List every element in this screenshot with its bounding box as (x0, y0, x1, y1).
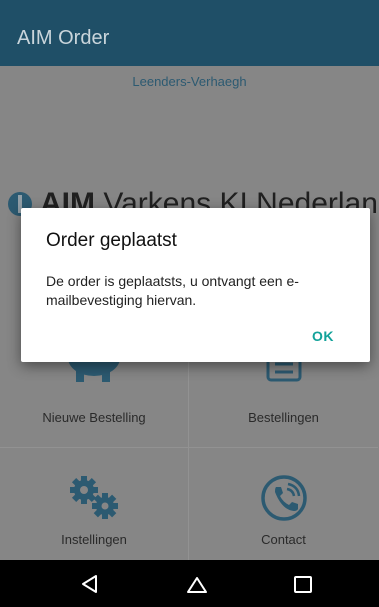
app-bar: AIM Order (0, 0, 379, 66)
dialog-title: Order geplaatst (46, 230, 177, 251)
system-nav-bar (0, 560, 379, 607)
home-icon[interactable] (185, 572, 209, 596)
order-placed-dialog: Order geplaatst De order is geplaatsts, … (21, 208, 370, 362)
recents-icon[interactable] (291, 572, 315, 596)
ok-button[interactable]: OK (312, 328, 334, 344)
app-title: AIM Order (17, 27, 110, 49)
back-icon[interactable] (78, 572, 102, 596)
dialog-message: De order is geplaatsts, u ontvangt een e… (46, 273, 299, 308)
